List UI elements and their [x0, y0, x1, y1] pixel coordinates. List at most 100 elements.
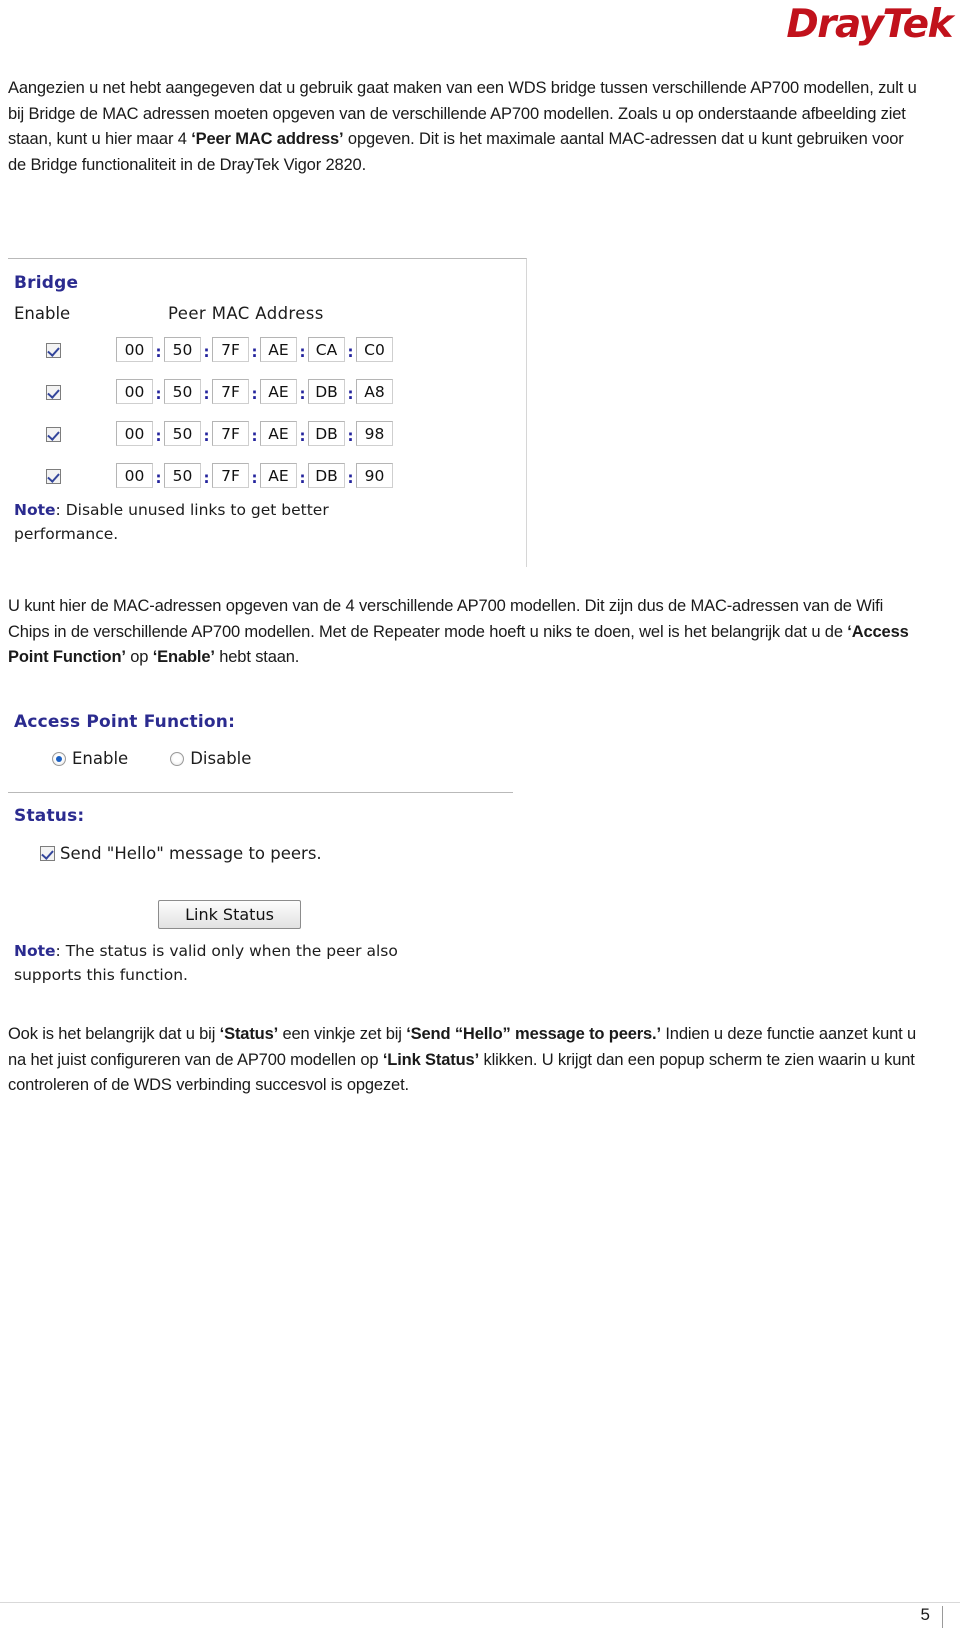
peer-mac-address-row-1: 00:50:7F: AE: CA: C0 [116, 337, 393, 362]
paragraph-end: Ook is het belangrijk dat u bij ‘Status’… [8, 1022, 920, 1099]
intro-bold-peer-mac-address: ‘Peer MAC address’ [191, 130, 344, 148]
status-note-line-1: Note: The status is valid only when the … [14, 942, 398, 960]
mac-separator: : [251, 468, 258, 487]
status-section-title: Status: [14, 806, 85, 826]
mac-octet-input[interactable]: DB [308, 379, 345, 404]
mac-octet-input[interactable]: 7F [212, 337, 249, 362]
bridge-settings-screenshot: Bridge Enable Peer MAC Address 00:50:7F:… [8, 258, 527, 567]
mac-octet-input[interactable]: AE [260, 421, 297, 446]
mac-separator: : [347, 468, 354, 487]
bridge-enable-checkbox-2[interactable] [46, 385, 61, 400]
mac-octet-input[interactable]: 50 [164, 463, 201, 488]
send-hello-message-row[interactable]: Send "Hello" message to peers. [40, 844, 322, 863]
status-screenshot: Status: Send "Hello" message to peers. L… [8, 806, 513, 1006]
mac-separator: : [155, 426, 162, 445]
bridge-note-line-2: performance. [14, 525, 119, 543]
mac-octet-input[interactable]: A8 [356, 379, 393, 404]
bridge-enable-checkbox-3[interactable] [46, 427, 61, 442]
mac-separator: : [251, 342, 258, 361]
footer-divider [0, 1602, 960, 1603]
mac-separator: : [299, 384, 306, 403]
mac-octet-input[interactable]: DB [308, 463, 345, 488]
mac-octet-input[interactable]: 00 [116, 421, 153, 446]
mac-octet-input[interactable]: 90 [356, 463, 393, 488]
mac-octet-input[interactable]: 98 [356, 421, 393, 446]
mac-octet-input[interactable]: AE [260, 379, 297, 404]
bridge-section-title: Bridge [14, 273, 79, 293]
end-bold-status: ‘Status’ [219, 1025, 279, 1043]
mac-separator: : [299, 426, 306, 445]
logo-text-dray: Dray [786, 2, 884, 47]
mac-octet-input[interactable]: 50 [164, 337, 201, 362]
table-row: 00:50:7F: AE: CA: C0 [8, 337, 526, 367]
mac-octet-input[interactable]: 50 [164, 379, 201, 404]
bridge-enable-checkbox-1[interactable] [46, 343, 61, 358]
paragraph-intro: Aangezien u net hebt aangegeven dat u ge… [8, 76, 920, 178]
radio-enable-label: Enable [72, 749, 129, 768]
table-row: 00:50:7F: AE: DB:90 [8, 463, 526, 493]
mac-separator: : [203, 342, 210, 361]
access-point-function-screenshot: Access Point Function: Enable Disable [8, 706, 513, 793]
status-note-text-1: : The status is valid only when the peer… [55, 942, 398, 960]
mac-separator: : [251, 426, 258, 445]
mid-text-part3: hebt staan. [214, 648, 300, 666]
mac-octet-input[interactable]: 00 [116, 379, 153, 404]
peer-mac-address-row-3: 00:50:7F: AE: DB:98 [116, 421, 393, 446]
mac-separator: : [203, 384, 210, 403]
mid-text-part2: op [125, 648, 153, 666]
bridge-note-label: Note [14, 501, 56, 519]
mac-octet-input[interactable]: C0 [356, 337, 393, 362]
mac-octet-input[interactable]: 7F [212, 463, 249, 488]
mac-octet-input[interactable]: AE [260, 463, 297, 488]
mac-octet-input[interactable]: DB [308, 421, 345, 446]
mac-octet-input[interactable]: 7F [212, 421, 249, 446]
mac-separator: : [347, 384, 354, 403]
bridge-note-text-1: : Disable unused links to get better [55, 501, 329, 519]
mac-octet-input[interactable]: AE [260, 337, 297, 362]
mac-octet-input[interactable]: CA [308, 337, 345, 362]
table-row: 00:50:7F: AE: DB:98 [8, 421, 526, 451]
send-hello-label: Send "Hello" message to peers. [60, 844, 322, 863]
table-row: 00:50:7F: AE: DB: A8 [8, 379, 526, 409]
status-note-label: Note [14, 942, 56, 960]
mac-octet-input[interactable]: 7F [212, 379, 249, 404]
mac-separator: : [203, 426, 210, 445]
page-number-caret [942, 1606, 943, 1628]
radio-option-disable[interactable]: Disable [170, 748, 251, 768]
end-bold-send-hello: ‘Send “Hello” message to peers.’ [406, 1025, 661, 1043]
mac-separator: : [203, 468, 210, 487]
bridge-column-header-enable: Enable [14, 304, 71, 323]
mac-octet-input[interactable]: 00 [116, 463, 153, 488]
access-point-function-radio-group: Enable Disable [52, 748, 293, 768]
status-note-line-2: supports this function. [14, 966, 188, 984]
draytek-logo: DrayTek [786, 2, 954, 48]
mid-text-part1: U kunt hier de MAC-adressen opgeven van … [8, 597, 884, 641]
radio-option-enable[interactable]: Enable [52, 748, 128, 768]
radio-disable-label: Disable [190, 749, 252, 768]
peer-mac-address-row-2: 00:50:7F: AE: DB: A8 [116, 379, 393, 404]
send-hello-checkbox[interactable] [40, 846, 55, 861]
logo-text-tek: Tek [882, 2, 954, 47]
mac-octet-input[interactable]: 00 [116, 337, 153, 362]
radio-enable-icon[interactable] [52, 751, 66, 766]
end-bold-link-status: ‘Link Status’ [382, 1050, 480, 1069]
mac-separator: : [155, 384, 162, 403]
mac-separator: : [347, 342, 354, 361]
page-number: 5 [920, 1605, 930, 1624]
paragraph-middle: U kunt hier de MAC-adressen opgeven van … [8, 594, 920, 671]
mac-octet-input[interactable]: 50 [164, 421, 201, 446]
document-header: DrayTek [0, 0, 960, 62]
radio-disable-icon[interactable] [170, 751, 185, 766]
mac-separator: : [155, 342, 162, 361]
mac-separator: : [299, 342, 306, 361]
mac-separator: : [155, 468, 162, 487]
mac-separator: : [347, 426, 354, 445]
access-point-function-title: Access Point Function: [14, 712, 236, 732]
end-text-part2: een vinkje zet bij [278, 1025, 407, 1043]
mid-bold-enable: ‘Enable’ [152, 648, 215, 666]
link-status-button[interactable]: Link Status [158, 900, 301, 929]
bridge-column-header-peer-mac: Peer MAC Address [168, 304, 324, 323]
peer-mac-address-row-4: 00:50:7F: AE: DB:90 [116, 463, 393, 488]
bridge-enable-checkbox-4[interactable] [46, 469, 61, 484]
mac-separator: : [251, 384, 258, 403]
